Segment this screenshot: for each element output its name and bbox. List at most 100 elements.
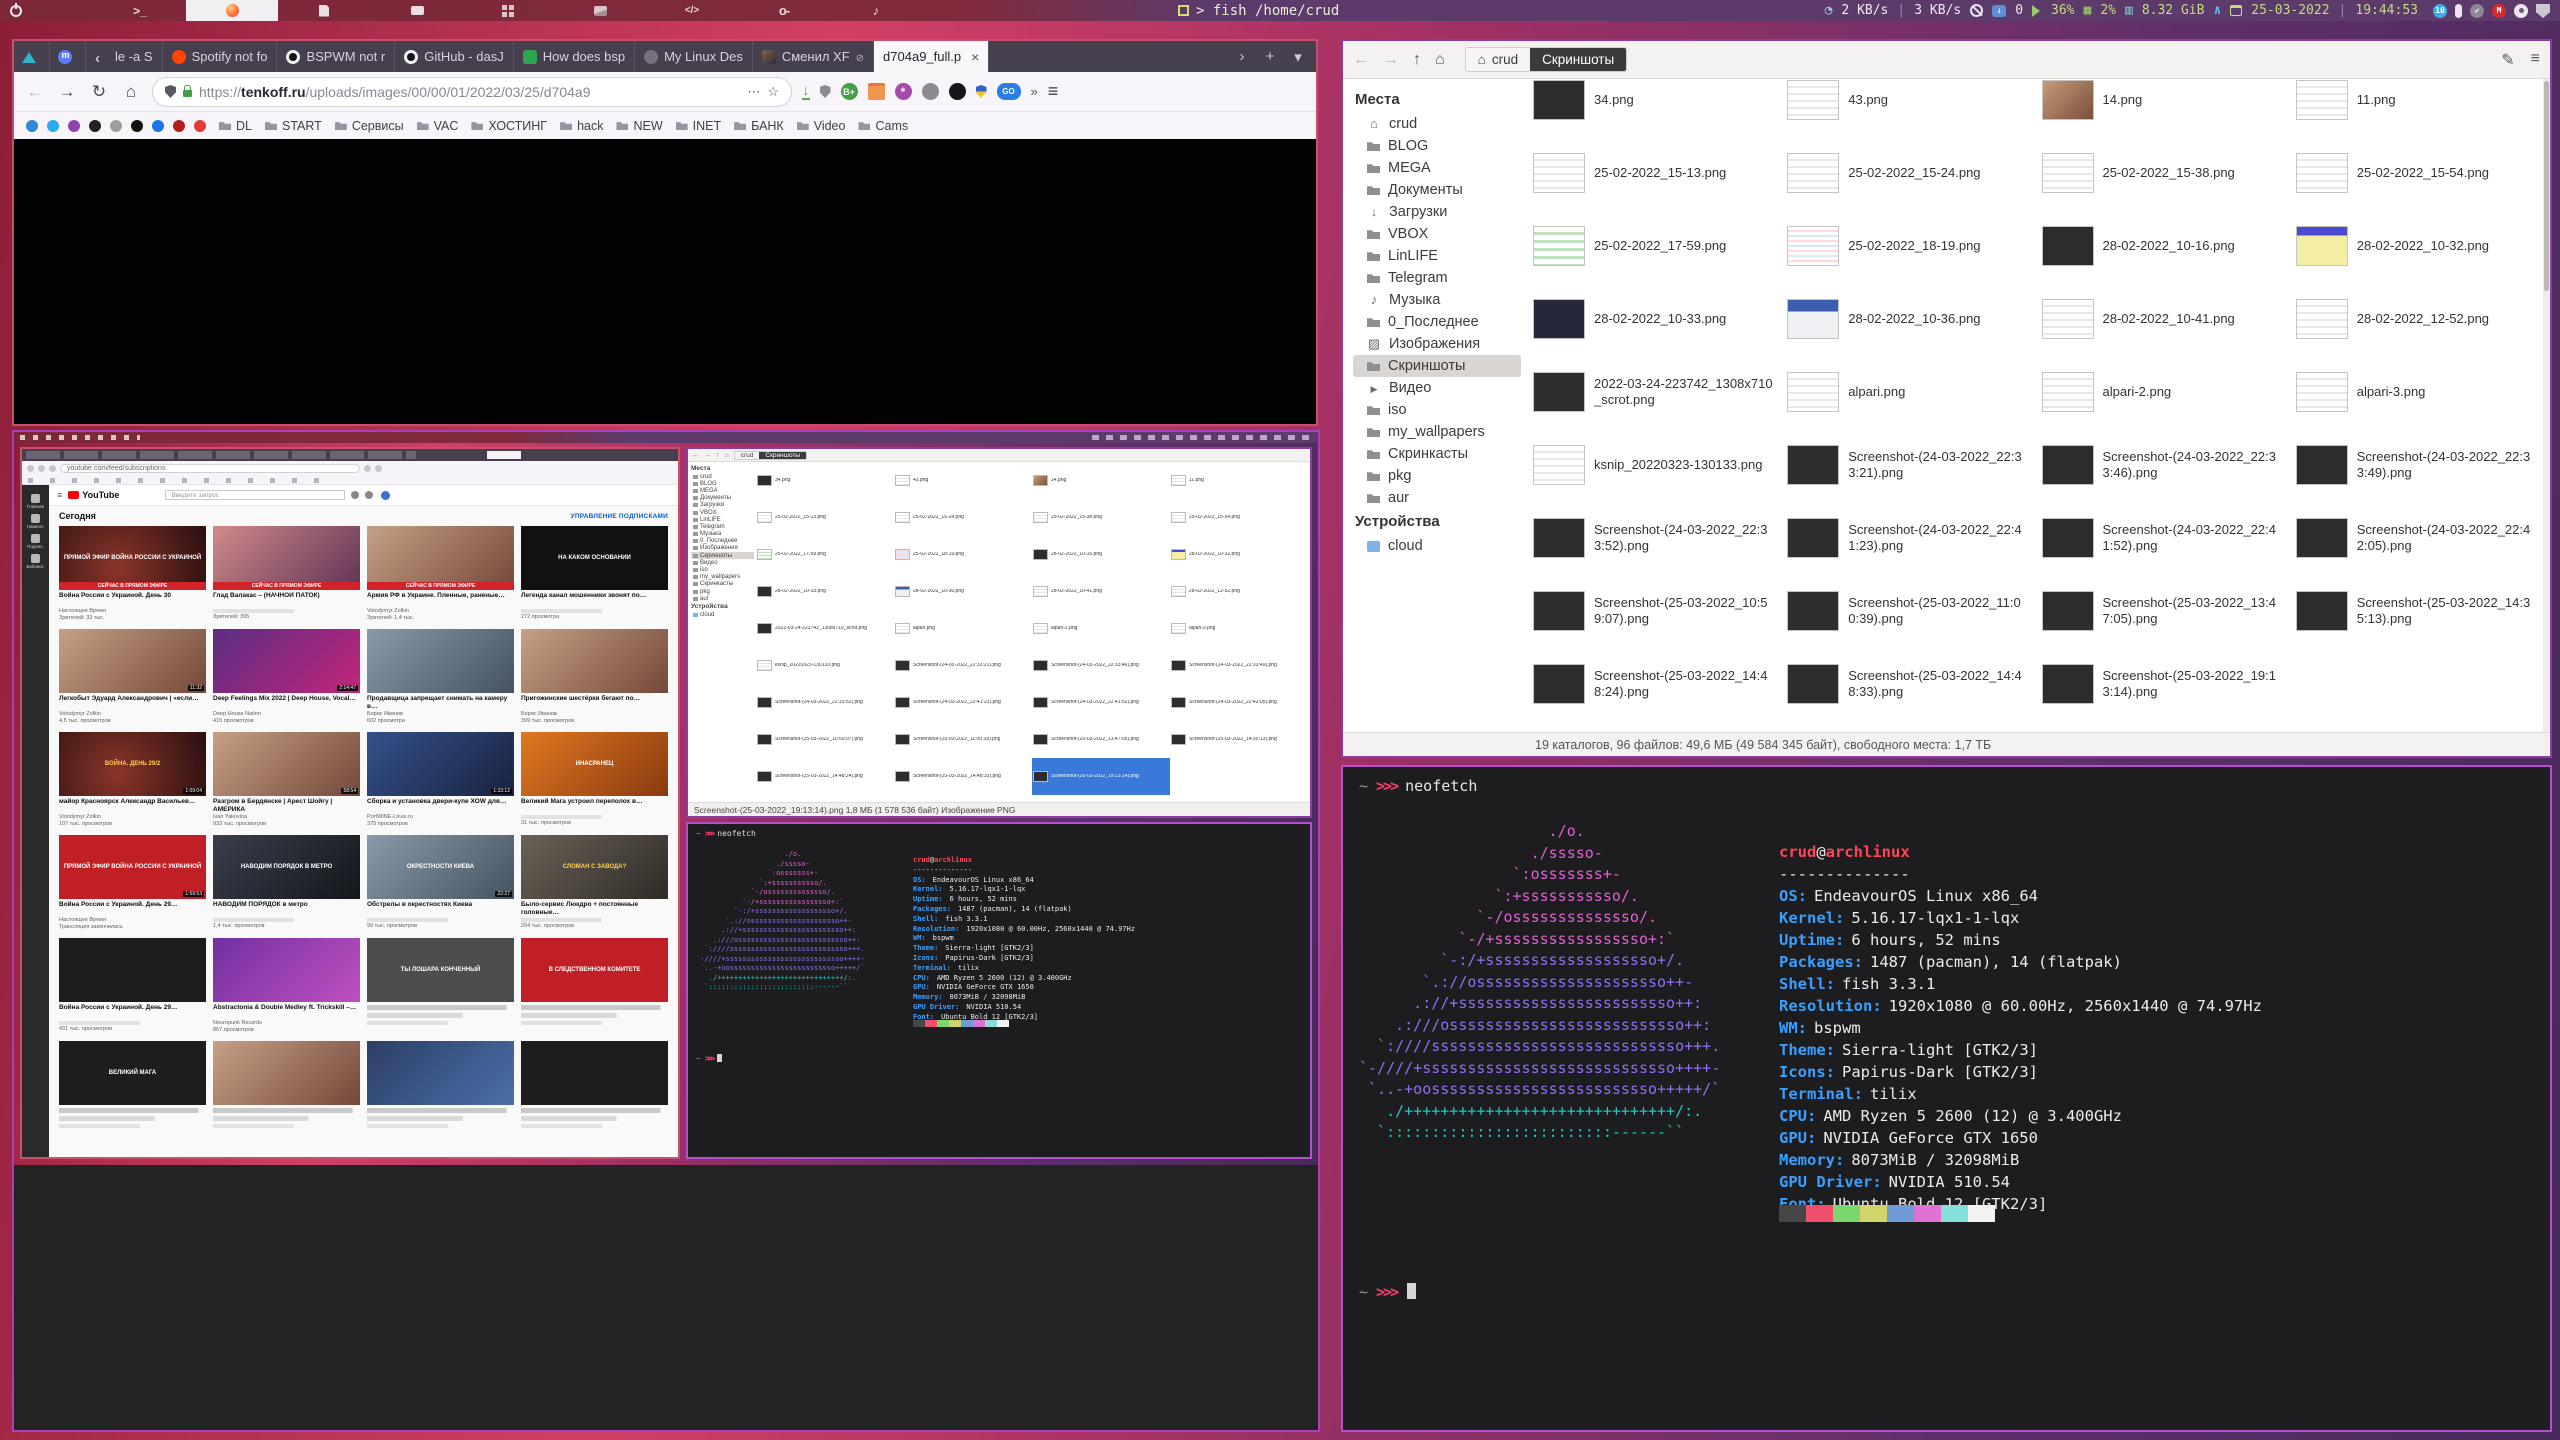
mic-muted-icon[interactable]	[1970, 4, 1983, 17]
bookmark-item[interactable]: hack	[560, 119, 603, 133]
file-item[interactable]: Screenshot-(25-03-2022_14:48:24).png	[1527, 647, 1781, 720]
file-item[interactable]: 11.png	[2290, 79, 2544, 136]
workspace-item[interactable]	[462, 0, 554, 21]
sidebar-place-item[interactable]: crud	[1353, 113, 1521, 135]
sidebar-place-item[interactable]: Музыка	[1353, 289, 1521, 311]
fm-scrollbar[interactable]	[2543, 79, 2550, 732]
path-segment-current[interactable]: Скриншоты	[1530, 48, 1626, 71]
file-item[interactable]: 28-02-2022_10-33.png	[1527, 282, 1781, 355]
file-item[interactable]: Screenshot-(24-03-2022_22:33:21).png	[1781, 428, 2035, 501]
file-item[interactable]: 25-02-2022_15-24.png	[1781, 136, 2035, 209]
file-item[interactable]: Screenshot-(24-03-2022_22:42:05).png	[2290, 501, 2544, 574]
workspace-item[interactable]	[554, 0, 646, 21]
bookmark-favicon[interactable]	[68, 120, 80, 132]
tab-overflow-button[interactable]: ›	[1228, 41, 1256, 72]
reload-button[interactable]: ↻	[88, 82, 110, 102]
sidebar-place-item[interactable]: VBOX	[1353, 223, 1521, 245]
sidebar-place-item[interactable]: MEGA	[1353, 157, 1521, 179]
download-icon[interactable]: ↓	[802, 84, 810, 100]
browser-tab[interactable]: How does bsp ×	[514, 41, 635, 72]
https-lock-icon[interactable]	[183, 90, 192, 97]
file-item[interactable]: Screenshot-(24-03-2022_22:33:46).png	[2036, 428, 2290, 501]
adblock-icon[interactable]	[949, 83, 966, 100]
file-item[interactable]: Screenshot-(25-03-2022_10:59:07).png	[1527, 574, 1781, 647]
bookmark-favicon[interactable]	[89, 120, 101, 132]
bookmark-item[interactable]: VAC	[417, 119, 459, 133]
file-item[interactable]: Screenshot-(24-03-2022_22:41:52).png	[2036, 501, 2290, 574]
file-item[interactable]: Screenshot-(24-03-2022_22:41:23).png	[1781, 501, 2035, 574]
sidebar-place-item[interactable]: Загрузки	[1353, 201, 1521, 223]
file-item[interactable]: 28-02-2022_10-32.png	[2290, 209, 2544, 282]
bookmark-favicon[interactable]	[26, 120, 38, 132]
updates-icon[interactable]: ∧	[2213, 3, 2221, 18]
sidebar-place-item[interactable]: Telegram	[1353, 267, 1521, 289]
workspace-item[interactable]	[646, 0, 738, 21]
bookmark-item[interactable]: DL	[219, 119, 252, 133]
trash-extension-icon[interactable]	[868, 83, 885, 100]
fm-edit-icon[interactable]: ✎	[2501, 50, 2514, 70]
fm-up-button[interactable]: ↑	[1413, 51, 1421, 69]
browser-tab[interactable]: Сменил XF ×	[753, 41, 874, 72]
bookmark-star-icon[interactable]: ☆	[767, 84, 779, 100]
tab-muted-icon[interactable]	[856, 49, 864, 64]
browser-tab[interactable]: d704a9_full.p ×	[874, 41, 989, 72]
image-viewer-window[interactable]: youtube.com/feed/subscriptions ГлавнаяНа…	[12, 430, 1320, 1432]
tray-icon[interactable]: 10	[2433, 4, 2447, 18]
file-item[interactable]: Screenshot-(25-03-2022_19:13:14).png	[2036, 647, 2290, 720]
sidebar-place-item[interactable]: iso	[1353, 399, 1521, 421]
page-actions-icon[interactable]: ⋯	[747, 84, 760, 100]
file-item[interactable]: 28-02-2022_12-52.png	[2290, 282, 2544, 355]
file-item[interactable]: 28-02-2022_10-36.png	[1781, 282, 2035, 355]
file-item[interactable]: 43.png	[1781, 79, 2035, 136]
file-item[interactable]: Screenshot-(24-03-2022_22:33:49).png	[2290, 428, 2544, 501]
file-item[interactable]: 34.png	[1527, 79, 1781, 136]
path-segment-home[interactable]: ⌂crud	[1466, 48, 1530, 71]
home-button[interactable]: ⌂	[120, 82, 142, 102]
tab-list-button[interactable]: ▾	[1284, 41, 1312, 72]
toolbar-overflow-icon[interactable]: »	[1031, 84, 1038, 99]
asterisk-extension-icon[interactable]: *	[895, 83, 912, 100]
bookmark-item[interactable]: START	[265, 119, 322, 133]
browser-tab[interactable]: le -a S ×	[86, 41, 163, 72]
tracking-shield-icon[interactable]	[165, 85, 176, 98]
file-item[interactable]: Screenshot-(25-03-2022_14:35:13).png	[2290, 574, 2544, 647]
workspace-item[interactable]	[370, 0, 462, 21]
tab-close-icon[interactable]: ×	[967, 49, 979, 65]
sidebar-place-item[interactable]: BLOG	[1353, 135, 1521, 157]
bookmark-favicon[interactable]	[152, 120, 164, 132]
browser-tab[interactable]: My Linux Des ×	[635, 41, 753, 72]
file-item[interactable]: 14.png	[2036, 79, 2290, 136]
sidebar-place-item[interactable]: Скринкасты	[1353, 443, 1521, 465]
file-item[interactable]: alpari.png	[1781, 355, 2035, 428]
sidebar-place-item[interactable]: Видео	[1353, 377, 1521, 399]
url-bar[interactable]: https://tenkoff.ru/uploads/images/00/00/…	[152, 77, 792, 107]
file-item[interactable]: 25-02-2022_15-54.png	[2290, 136, 2544, 209]
file-item[interactable]: 28-02-2022_10-41.png	[2036, 282, 2290, 355]
terminal-input-line[interactable]: ~>>>	[1359, 1283, 1416, 1301]
file-item[interactable]: Screenshot-(25-03-2022_11:00:39).png	[1781, 574, 2035, 647]
go-link-extension-icon[interactable]: GO	[997, 83, 1021, 100]
bookmark-item[interactable]: NEW	[616, 119, 662, 133]
extension-icon[interactable]	[922, 83, 939, 100]
file-item[interactable]: alpari-3.png	[2290, 355, 2544, 428]
tray-icon[interactable]: M	[2492, 4, 2506, 18]
file-item[interactable]: 25-02-2022_18-19.png	[1781, 209, 2035, 282]
workspace-item[interactable]	[738, 0, 830, 21]
back-button[interactable]: ←	[24, 82, 46, 102]
bookmark-item[interactable]: Сервисы	[335, 119, 404, 133]
file-item[interactable]: Screenshot-(25-03-2022_13:47:05).png	[2036, 574, 2290, 647]
sidebar-place-item[interactable]: Скриншоты	[1353, 355, 1521, 377]
sidebar-place-item[interactable]: Документы	[1353, 179, 1521, 201]
fm-forward-button[interactable]: →	[1383, 51, 1399, 69]
file-item[interactable]: ksnip_20220323-130133.png	[1527, 428, 1781, 501]
sidebar-device-item[interactable]: cloud	[1353, 535, 1521, 557]
workspace-item[interactable]	[186, 0, 278, 21]
browser-tab[interactable]: Spotify not fo ×	[163, 41, 278, 72]
workspace-item[interactable]	[830, 0, 922, 21]
sidebar-place-item[interactable]: LinLIFE	[1353, 245, 1521, 267]
workspace-item[interactable]	[94, 0, 186, 21]
file-item[interactable]: 25-02-2022_15-13.png	[1527, 136, 1781, 209]
file-item[interactable]: 25-02-2022_17-59.png	[1527, 209, 1781, 282]
sidebar-place-item[interactable]: Изображения	[1353, 333, 1521, 355]
bplus-extension-icon[interactable]: B+	[841, 83, 858, 100]
